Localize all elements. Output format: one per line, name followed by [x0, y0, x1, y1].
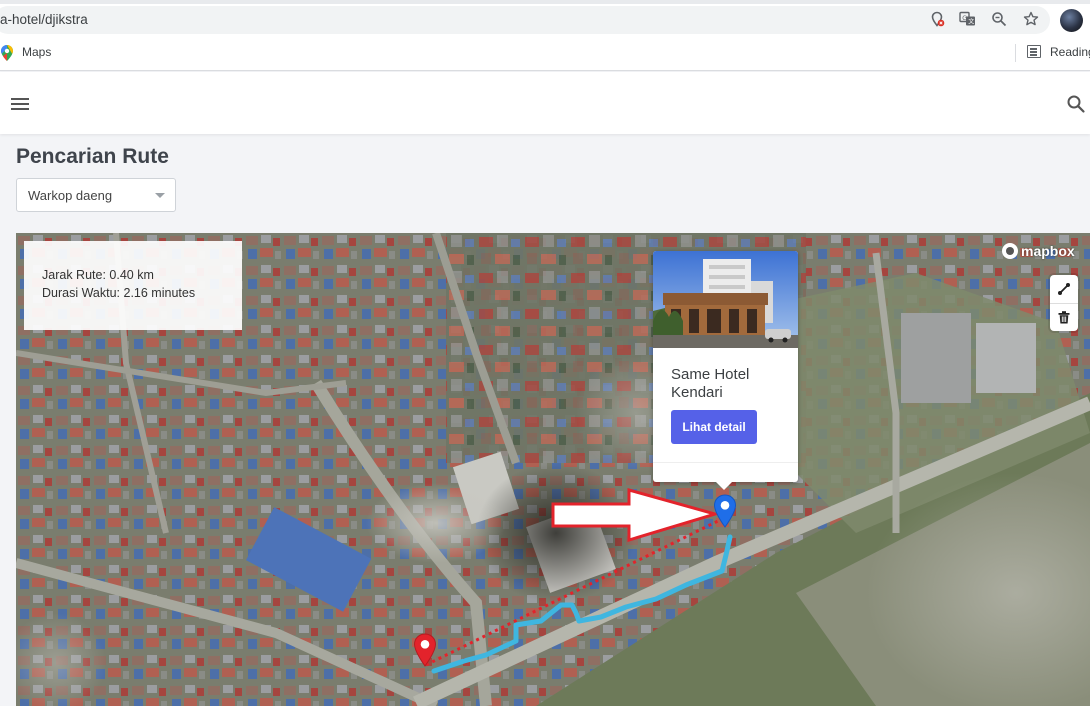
hotel-name: Same Hotel Kendari — [671, 366, 750, 401]
route-map[interactable]: Jarak Rute: 0.40 km Durasi Waktu: 2.16 m… — [16, 233, 1090, 706]
menu-icon[interactable] — [11, 98, 29, 110]
page-title: Pencarian Rute — [16, 145, 169, 168]
trash-icon — [1058, 310, 1070, 323]
place-select[interactable]: Warkop daeng — [16, 178, 176, 212]
mapbox-wordmark: mapbox — [1021, 243, 1075, 259]
annotation-arrow — [551, 488, 721, 543]
reading-list-label[interactable]: Reading — [1050, 45, 1090, 59]
zoom-icon[interactable] — [990, 11, 1008, 29]
select-value: Warkop daeng — [28, 188, 113, 203]
caret-down-icon — [155, 193, 165, 198]
mapbox-logo[interactable]: mapbox — [1002, 241, 1075, 261]
address-bar[interactable] — [0, 6, 1050, 34]
draw-line-button[interactable] — [1050, 275, 1078, 303]
svg-text:文: 文 — [968, 18, 974, 26]
route-info-panel: Jarak Rute: 0.40 km Durasi Waktu: 2.16 m… — [24, 241, 242, 330]
route-duration: Durasi Waktu: 2.16 minutes — [42, 286, 196, 300]
reading-list-icon[interactable] — [1027, 45, 1041, 58]
mapbox-mark-icon — [1002, 243, 1018, 259]
tab-strip-edge — [0, 0, 1090, 4]
view-detail-button[interactable]: Lihat detail — [671, 410, 757, 444]
address-url[interactable]: a-hotel/djikstra — [0, 12, 88, 27]
hotel-photo — [653, 251, 798, 348]
bookmark-star-icon[interactable] — [1022, 11, 1040, 29]
delete-button[interactable] — [1050, 303, 1078, 331]
blocked-location-icon[interactable] — [928, 11, 946, 29]
google-maps-icon[interactable] — [1, 45, 13, 61]
origin-marker-icon[interactable] — [413, 633, 437, 667]
hotel-popup: Same Hotel Kendari Lihat detail — [653, 251, 798, 490]
draw-controls — [1050, 275, 1078, 331]
svg-text:G: G — [962, 15, 967, 22]
search-icon[interactable] — [1066, 94, 1086, 114]
translate-icon[interactable]: G文 — [958, 11, 976, 29]
browser-chrome: a-hotel/djikstra G文 Maps Reading — [0, 0, 1090, 71]
bookmark-maps[interactable]: Maps — [22, 45, 51, 59]
app-header — [0, 72, 1090, 134]
popup-divider — [653, 462, 798, 463]
line-tool-icon — [1058, 283, 1070, 295]
route-distance: Jarak Rute: 0.40 km — [42, 268, 154, 282]
profile-avatar[interactable] — [1060, 9, 1083, 32]
bookmarks-divider — [1015, 44, 1016, 62]
destination-marker-icon[interactable] — [713, 494, 737, 528]
